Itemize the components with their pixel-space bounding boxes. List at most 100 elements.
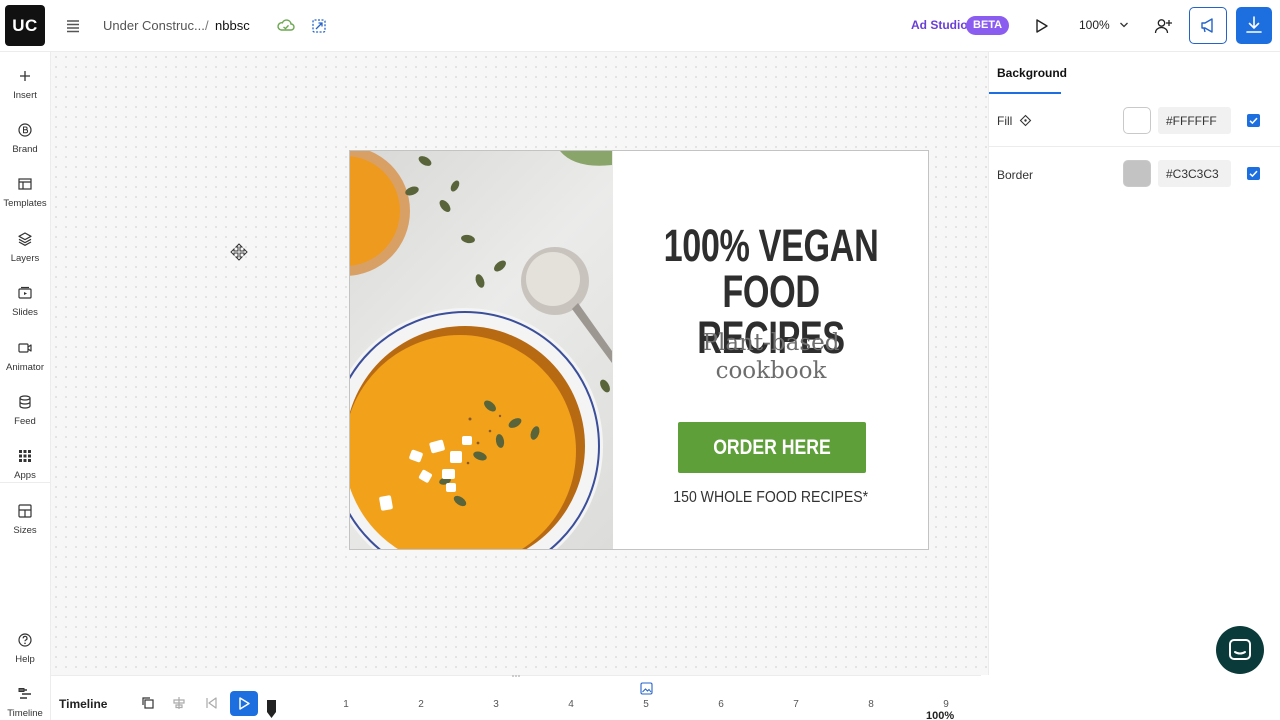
animator-icon xyxy=(18,343,32,353)
nav-layers[interactable]: Layers xyxy=(0,229,50,273)
cloud-saved-icon[interactable] xyxy=(275,15,297,37)
nav-divider xyxy=(0,482,50,483)
ad-banner[interactable]: 100% VEGAN FOOD RECIPES Plant-based cook… xyxy=(349,150,929,550)
nav-apps[interactable]: Apps xyxy=(0,446,50,490)
nav-insert-label: Insert xyxy=(13,90,37,101)
fill-label: Fill xyxy=(997,114,1013,128)
beta-badge: BETA xyxy=(966,16,1010,35)
timeline-play-button[interactable] xyxy=(230,691,258,716)
nav-brand-label: Brand xyxy=(12,144,38,155)
play-icon xyxy=(239,697,250,710)
check-icon xyxy=(1249,170,1258,178)
nav-animator[interactable]: Animator xyxy=(0,338,50,382)
nav-sizes-label: Sizes xyxy=(13,525,37,536)
move-cursor-icon xyxy=(230,243,248,261)
timeline-tick: 5 xyxy=(643,699,649,710)
footnote-text: 150 WHOLE FOOD RECIPES* xyxy=(673,489,869,506)
help-icon xyxy=(18,633,32,647)
zoom-value: 100% xyxy=(1079,18,1110,32)
apps-grid-icon xyxy=(19,450,31,462)
border-label: Border xyxy=(997,168,1034,182)
timeline-tick: 2 xyxy=(418,699,424,710)
timeline-title: Timeline xyxy=(59,697,108,711)
nav-slides-label: Slides xyxy=(12,307,38,318)
order-here-button[interactable]: ORDER HERE xyxy=(678,422,866,473)
zoom-select[interactable]: 100% xyxy=(1079,18,1129,32)
design-canvas[interactable]: 100% VEGAN FOOD RECIPES Plant-based cook… xyxy=(51,52,988,675)
nav-sizes[interactable]: Sizes xyxy=(0,501,50,545)
left-nav: Insert Brand Templates Layers Slides Ani… xyxy=(0,52,51,720)
resize-icon[interactable] xyxy=(308,15,330,37)
breadcrumb-parent[interactable]: Under Construc... xyxy=(103,18,205,33)
nav-layers-label: Layers xyxy=(10,253,40,264)
fill-color-swatch[interactable] xyxy=(1123,107,1151,134)
nav-templates[interactable]: Templates xyxy=(0,174,50,218)
subhead-line-1: Plant-based xyxy=(702,330,840,356)
banner-subhead[interactable]: Plant-based cookbook xyxy=(614,329,928,385)
timeline-icon xyxy=(18,688,31,699)
timeline-tick: 6 xyxy=(718,699,724,710)
timeline-tick: 4 xyxy=(568,699,574,710)
chat-icon xyxy=(1229,639,1251,660)
border-color-swatch[interactable] xyxy=(1123,160,1151,187)
panel-divider xyxy=(989,146,1280,147)
fill-diamond-icon[interactable] xyxy=(1019,114,1032,127)
soup-photo[interactable] xyxy=(350,151,613,549)
banner-footnote[interactable]: 150 WHOLE FOOD RECIPES* xyxy=(614,489,928,507)
hamburger-menu-icon[interactable] xyxy=(63,16,83,36)
templates-icon xyxy=(18,178,32,190)
chat-support-button[interactable] xyxy=(1216,626,1264,674)
download-button[interactable] xyxy=(1236,7,1272,44)
border-hex-input[interactable] xyxy=(1158,160,1231,187)
image-marker-icon[interactable] xyxy=(640,682,653,695)
check-icon xyxy=(1249,117,1258,125)
fill-hex-input[interactable] xyxy=(1158,107,1231,134)
fill-checkbox[interactable] xyxy=(1247,114,1260,127)
brand-icon xyxy=(18,123,32,137)
nav-timeline[interactable]: Timeline xyxy=(0,684,50,720)
nav-templates-label: Templates xyxy=(3,198,47,209)
slides-icon xyxy=(18,286,32,299)
timeline-tick: 3 xyxy=(493,699,499,710)
tab-background[interactable]: Background xyxy=(997,66,1067,80)
nav-animator-label: Animator xyxy=(5,362,44,373)
nav-feed[interactable]: Feed xyxy=(0,392,50,436)
nav-apps-label: Apps xyxy=(14,470,36,481)
subhead-line-2: cookbook xyxy=(715,358,827,384)
border-checkbox[interactable] xyxy=(1247,167,1260,180)
properties-panel: Background Fill Border xyxy=(988,52,1280,675)
sizes-icon xyxy=(18,504,32,518)
nav-timeline-label: Timeline xyxy=(7,708,43,719)
playhead-handle[interactable] xyxy=(267,700,276,718)
breadcrumb-current[interactable]: nbbsc xyxy=(215,18,250,33)
download-icon xyxy=(1246,16,1262,33)
top-bar: UC Under Construc... / nbbsc Ad Studio B… xyxy=(0,0,1280,52)
publish-ads-button[interactable] xyxy=(1189,7,1227,44)
preview-play-icon[interactable] xyxy=(1030,15,1052,37)
skip-back-icon[interactable] xyxy=(203,695,219,711)
chevron-down-icon xyxy=(1120,22,1129,28)
nav-insert[interactable]: Insert xyxy=(0,66,50,110)
database-icon xyxy=(19,395,31,409)
layers-icon xyxy=(18,232,32,246)
timeline-tick: 8 xyxy=(868,699,874,710)
nav-feed-label: Feed xyxy=(14,416,36,427)
add-user-icon[interactable] xyxy=(1152,15,1174,37)
nav-help[interactable]: Help xyxy=(0,630,50,674)
breadcrumb-separator: / xyxy=(205,18,209,33)
timeline-tick: 9 xyxy=(943,699,949,710)
timeline-zoom: 100% xyxy=(926,710,955,720)
duplicate-icon[interactable] xyxy=(140,695,156,711)
nav-slides[interactable]: Slides xyxy=(0,283,50,327)
nav-help-label: Help xyxy=(15,654,35,665)
timeline-bar: Timeline 1 2 3 4 5 6 7 8 9 100% xyxy=(51,675,981,720)
app-logo[interactable]: UC xyxy=(5,5,45,46)
plus-icon xyxy=(20,71,30,81)
tab-underline xyxy=(989,92,1061,94)
align-icon[interactable] xyxy=(171,695,187,711)
order-here-label: ORDER HERE xyxy=(713,435,831,459)
resize-grab-icon[interactable] xyxy=(511,674,521,678)
timeline-tick: 1 xyxy=(343,699,349,710)
ad-studio-link[interactable]: Ad Studio xyxy=(911,18,968,32)
nav-brand[interactable]: Brand xyxy=(0,120,50,164)
